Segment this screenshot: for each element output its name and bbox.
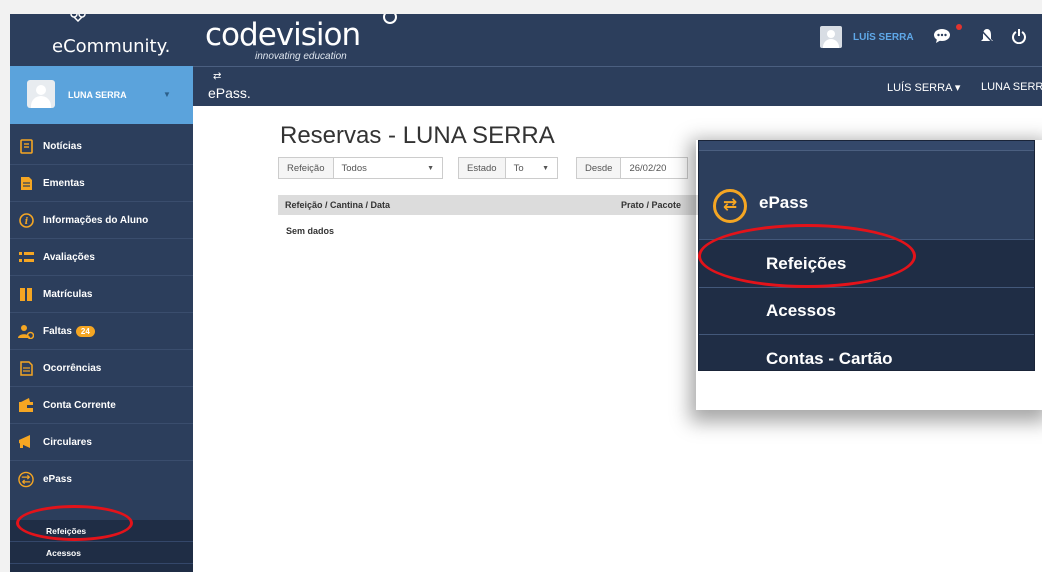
zoom-title: ePass xyxy=(759,193,809,212)
header-user[interactable]: LUÍS SERRA xyxy=(820,26,914,48)
sidebar-item-matriculas[interactable]: Matrículas xyxy=(10,276,193,313)
app-screen: eCommunity. codevision innovating educat… xyxy=(10,14,1042,572)
sidebar-item-label: Circulares xyxy=(43,436,92,448)
empty-state-text: Sem dados xyxy=(286,226,335,236)
doc-icon xyxy=(18,360,34,376)
sidebar-item-informacoes[interactable]: i Informações do Aluno xyxy=(10,202,193,239)
sidebar-item-label: Notícias xyxy=(43,140,82,152)
sidebar-item-label: Ocorrências xyxy=(43,362,102,374)
sidebar-item-faltas[interactable]: Faltas 24 xyxy=(10,313,193,350)
sidebar-item-label: Ementas xyxy=(43,177,85,189)
sidebar-subitem-contas-cartao[interactable]: Contas - Cartão xyxy=(10,564,193,572)
logo-word: codevision xyxy=(205,17,361,53)
refeicao-filter-label: Refeição xyxy=(279,158,334,178)
sidebar-item-epass[interactable]: ePass xyxy=(10,461,193,498)
desde-date-input[interactable]: 26/02/20 xyxy=(621,163,674,174)
svg-text:i: i xyxy=(24,217,28,227)
sidebar: Notícias Ementas i Informações do Aluno … xyxy=(10,124,193,572)
megaphone-icon xyxy=(18,434,34,450)
brand-bar: eCommunity. xyxy=(10,14,193,66)
epass-icon: ⇄ xyxy=(713,189,747,223)
sidebar-item-label: Avaliações xyxy=(43,251,95,263)
list-icon xyxy=(18,249,34,265)
info-icon: i xyxy=(18,212,34,228)
highlight-ellipse xyxy=(16,505,133,541)
refeicao-filter[interactable]: Refeição Todos ▼ xyxy=(278,157,443,179)
column-header[interactable]: Refeição / Cantina / Data xyxy=(285,200,390,210)
avatar xyxy=(820,26,842,48)
wallet-icon xyxy=(18,397,34,413)
estado-filter-value: To xyxy=(513,162,524,174)
zoom-item-contas-cartao[interactable]: Contas - Cartão xyxy=(766,349,893,369)
sidebar-item-ocorrencias[interactable]: Ocorrências xyxy=(10,350,193,387)
logo-tagline: innovating education xyxy=(255,51,347,62)
highlight-ellipse xyxy=(698,224,916,288)
desde-filter-label: Desde xyxy=(577,158,622,178)
sidebar-subitem-acessos[interactable]: Acessos xyxy=(10,542,193,564)
avatar xyxy=(27,80,55,108)
sidebar-item-label: Matrículas xyxy=(43,288,93,300)
zoom-item-acessos[interactable]: Acessos xyxy=(766,301,836,321)
power-icon[interactable] xyxy=(1011,28,1027,49)
zoom-header-strip xyxy=(699,141,1034,151)
epass-icon: ⇄ xyxy=(213,71,222,82)
epass-icon xyxy=(18,471,34,488)
divider xyxy=(699,287,1034,288)
desde-filter[interactable]: Desde 26/02/20 xyxy=(576,157,688,179)
sidebar-item-label: ePass xyxy=(43,474,72,485)
chevron-down-icon: ▼ xyxy=(427,164,434,172)
absences-count-badge: 24 xyxy=(75,325,95,337)
news-icon xyxy=(18,138,34,154)
module-bar: ⇄ ePass. LUÍS SERRA ▾ LUNA SERRA xyxy=(193,66,1042,106)
bell-off-icon[interactable] xyxy=(979,28,995,49)
sidebar-item-conta-corrente[interactable]: Conta Corrente xyxy=(10,387,193,424)
people-icon xyxy=(18,323,34,339)
top-header: codevision innovating education LUÍS SER… xyxy=(193,14,1042,66)
chevron-down-icon: ▼ xyxy=(163,90,171,99)
sidebar-item-avaliacoes[interactable]: Avaliações xyxy=(10,239,193,276)
codevision-logo[interactable]: codevision innovating education xyxy=(205,14,397,62)
notification-dot xyxy=(956,24,962,30)
logo-ring-icon xyxy=(383,14,397,24)
estado-filter[interactable]: Estado To ▼ xyxy=(458,157,558,179)
refeicao-filter-value: Todos xyxy=(341,162,367,174)
sidebar-user-name: LUNA SERRA xyxy=(68,90,127,100)
book-icon xyxy=(18,286,34,302)
sidebar-user-panel[interactable]: LUNA SERRA ▼ xyxy=(10,66,193,124)
chat-icon[interactable] xyxy=(933,28,951,49)
divider xyxy=(699,334,1034,335)
sidebar-item-label: Informações do Aluno xyxy=(43,214,149,226)
module-name[interactable]: ePass. xyxy=(208,85,251,101)
student-menu[interactable]: LUNA SERRA xyxy=(981,81,1042,93)
ecommunity-logo-icon xyxy=(70,14,86,22)
page-title: Reservas - LUNA SERRA xyxy=(280,122,555,149)
sidebar-item-ementas[interactable]: Ementas xyxy=(10,165,193,202)
sidebar-item-label: Faltas xyxy=(43,325,72,337)
sidebar-item-noticias[interactable]: Notícias xyxy=(10,128,193,165)
column-header[interactable]: Prato / Pacote xyxy=(621,200,681,210)
sidebar-item-circulares[interactable]: Circulares xyxy=(10,424,193,461)
header-user-name: LUÍS SERRA xyxy=(853,31,914,43)
chevron-down-icon: ▼ xyxy=(542,164,549,172)
estado-filter-label: Estado xyxy=(459,158,506,178)
menu-doc-icon xyxy=(18,175,34,191)
user-menu[interactable]: LUÍS SERRA ▾ xyxy=(887,81,960,94)
table-header: Refeição / Cantina / Data Prato / Pacote xyxy=(278,195,698,215)
sidebar-item-label: Conta Corrente xyxy=(43,399,116,411)
app-name: eCommunity. xyxy=(52,36,171,57)
